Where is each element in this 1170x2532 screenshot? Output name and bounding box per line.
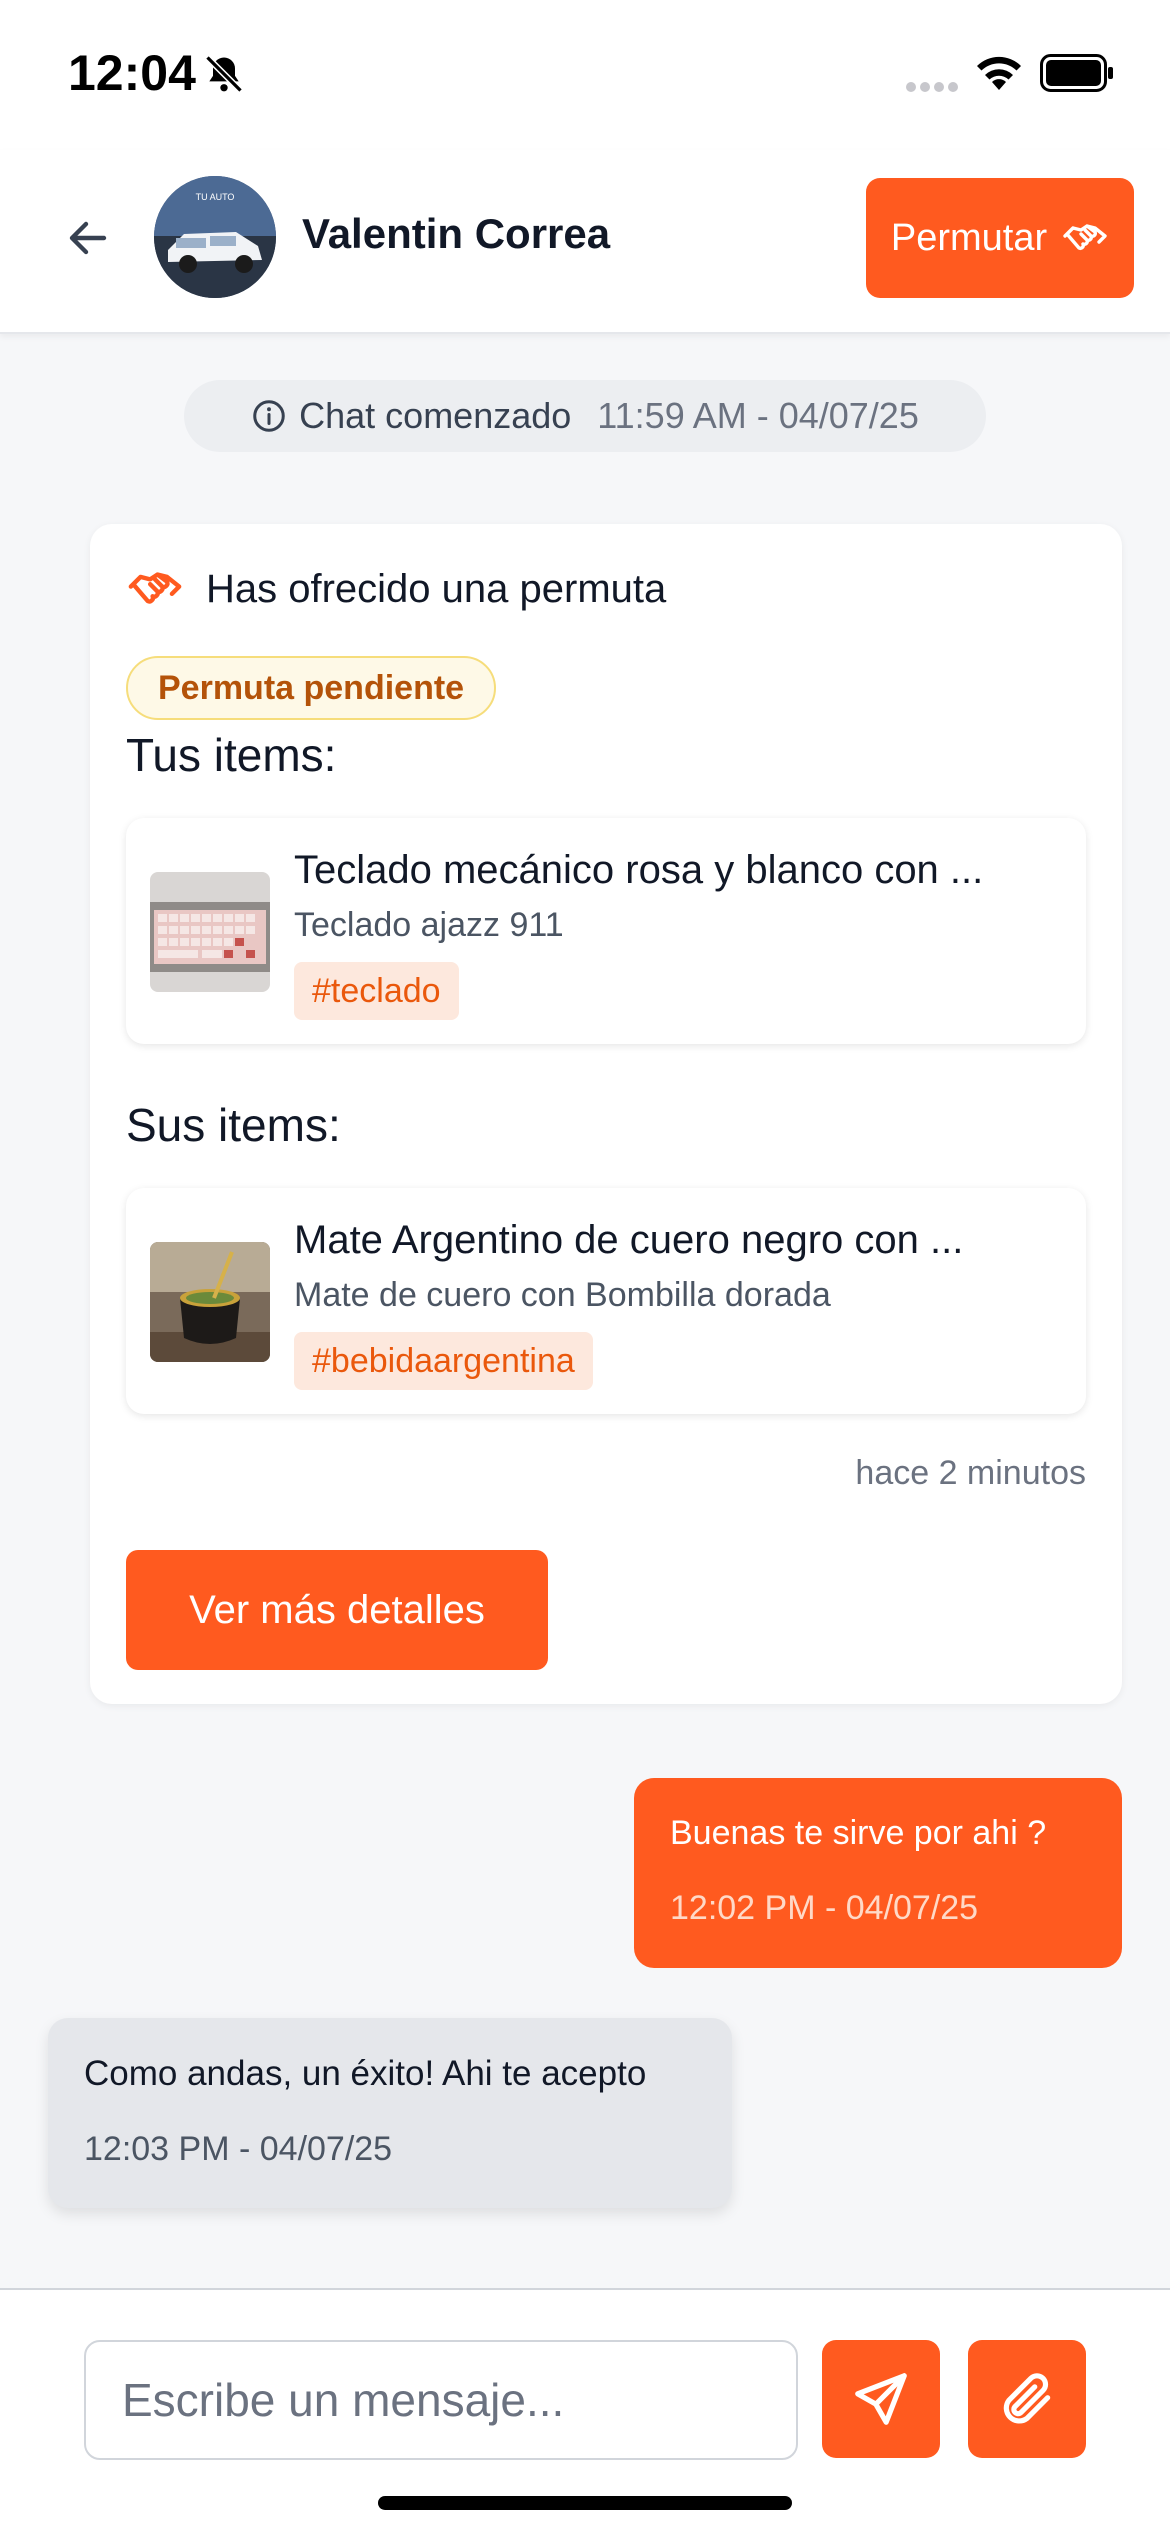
- trade-offer-card: Has ofrecido una permuta Permuta pendien…: [90, 524, 1122, 1704]
- message-time: 12:03 PM - 04/07/25: [84, 2130, 393, 2168]
- permutar-label: Permutar: [890, 216, 1048, 259]
- message-bubble-incoming[interactable]: Como andas, un éxito! Ahi te acepto 12:0…: [48, 2018, 732, 2208]
- item-thumbnail: [150, 1242, 270, 1362]
- item-thumbnail: [150, 872, 270, 992]
- item-tag: #teclado: [294, 962, 459, 1020]
- mate-photo: [150, 1242, 270, 1362]
- offer-title: Has ofrecido una permuta: [206, 566, 667, 611]
- item-title: Teclado mecánico rosa y blanco con ...: [294, 848, 984, 892]
- status-bar: 12:04: [0, 0, 1170, 150]
- chat-header: TU AUTO Valentin Correa Permutar: [0, 150, 1170, 334]
- item-subtitle: Mate de cuero con Bombilla dorada: [294, 1276, 831, 1314]
- item-title: Mate Argentino de cuero negro con ...: [294, 1218, 964, 1262]
- chat-started-pill: Chat comenzado 11:59 AM - 04/07/25: [184, 380, 986, 452]
- bell-slash-icon: [205, 55, 243, 93]
- handshake-icon: [128, 572, 182, 604]
- back-button[interactable]: [58, 208, 118, 268]
- message-text: Buenas te sirve por ahi ?: [670, 1814, 1047, 1852]
- item-subtitle: Teclado ajazz 911: [294, 906, 564, 944]
- signal-dots-icon: [906, 82, 958, 92]
- paperclip-icon: [1003, 2373, 1051, 2424]
- keyboard-photo: [150, 872, 270, 992]
- arrow-left-icon: [69, 221, 107, 255]
- composer-bar: [0, 2288, 1170, 2532]
- your-item-card[interactable]: Teclado mecánico rosa y blanco con ... T…: [126, 818, 1086, 1044]
- their-item-card[interactable]: Mate Argentino de cuero negro con ... Ma…: [126, 1188, 1086, 1414]
- message-text: Como andas, un éxito! Ahi te acepto: [84, 2054, 647, 2093]
- offer-time: hace 2 minutos: [855, 1454, 1086, 1492]
- contact-name: Valentin Correa: [302, 210, 611, 257]
- send-button[interactable]: [822, 2340, 940, 2458]
- view-details-button[interactable]: Ver más detalles: [126, 1550, 548, 1670]
- battery-icon: [1040, 54, 1113, 92]
- your-items-label: Tus items:: [126, 729, 337, 781]
- message-input[interactable]: [84, 2340, 798, 2460]
- send-icon: [855, 2373, 907, 2425]
- avatar-label: TU AUTO: [196, 192, 235, 202]
- their-items-label: Sus items:: [126, 1099, 341, 1151]
- attach-button[interactable]: [968, 2340, 1086, 2458]
- offer-header: Has ofrecido una permuta: [126, 560, 666, 618]
- status-badge: Permuta pendiente: [126, 656, 497, 720]
- chat-started-time: 11:59 AM - 04/07/25: [597, 395, 919, 436]
- info-icon: [253, 400, 285, 432]
- permutar-button[interactable]: Permutar: [866, 178, 1134, 298]
- chat-started-label: Chat comenzado: [299, 395, 572, 436]
- avatar[interactable]: TU AUTO: [154, 176, 276, 298]
- handshake-icon: [1063, 224, 1107, 250]
- avatar-car-image: TU AUTO: [154, 176, 276, 298]
- item-tag: #bebidaargentina: [294, 1332, 593, 1390]
- wifi-icon: [977, 56, 1021, 90]
- message-bubble-outgoing[interactable]: Buenas te sirve por ahi ? 12:02 PM - 04/…: [634, 1778, 1122, 1968]
- message-time: 12:02 PM - 04/07/25: [670, 1889, 979, 1927]
- status-time: 12:04: [68, 45, 196, 101]
- home-indicator: [378, 2496, 792, 2510]
